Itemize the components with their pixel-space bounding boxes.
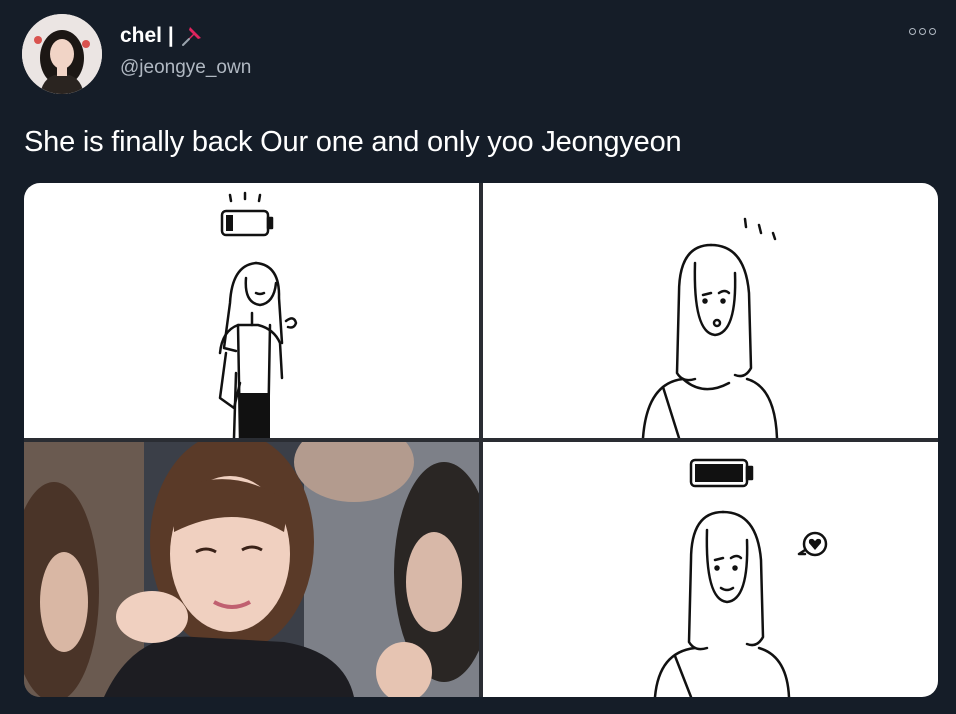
tweet-header: chel | @jeongye_own — [0, 0, 956, 110]
media-panel-photo — [24, 442, 479, 697]
media-panel-full-battery — [483, 442, 938, 697]
heart-icon — [808, 538, 822, 550]
display-name[interactable]: chel | — [120, 24, 174, 48]
media-panel-low-battery — [24, 183, 479, 438]
avatar[interactable] — [22, 14, 102, 94]
media-panel-confused — [483, 183, 938, 438]
user-handle[interactable]: @jeongye_own — [120, 57, 251, 79]
tweet-text: She is finally back Our one and only yoo… — [24, 126, 682, 158]
pushpin-icon — [180, 24, 204, 48]
tweet-media[interactable] — [24, 183, 938, 697]
more-options-icon[interactable] — [909, 28, 936, 35]
